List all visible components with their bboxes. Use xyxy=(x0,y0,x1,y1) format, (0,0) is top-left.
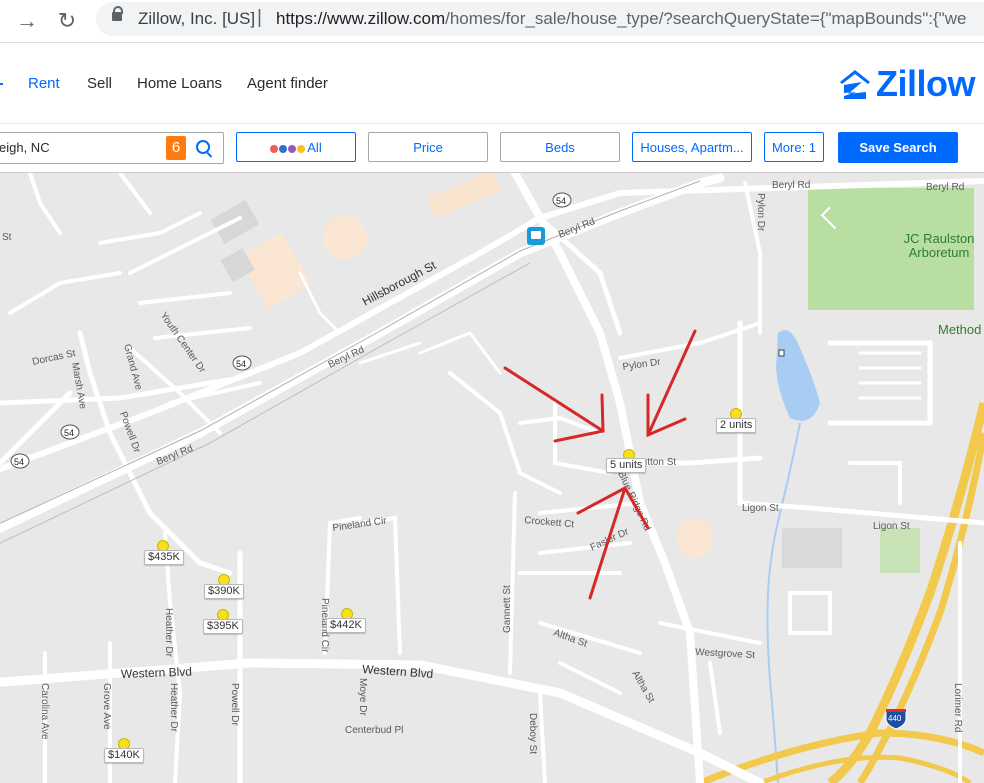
map-view[interactable]: Beryl Rd Beryl Rd Beryl Rd Beryl Rd Bery… xyxy=(0,173,984,783)
street-crockett: Crockett Ct xyxy=(524,515,575,530)
street-pylon-dr-2: Pylon Dr xyxy=(622,357,662,373)
nav-rent[interactable]: Rent xyxy=(28,75,60,92)
street-youth-center: Youth Center Dr xyxy=(158,310,208,375)
street-centerbud: Centerbud Pl xyxy=(345,725,403,736)
dot-purple xyxy=(288,145,297,154)
street-powell-dr-2: Powell Dr xyxy=(229,683,240,726)
reload-icon[interactable]: ↻ xyxy=(52,6,82,36)
svg-text:440: 440 xyxy=(888,714,902,723)
site-identity: Zillow, Inc. [US] xyxy=(138,9,256,28)
listing-type-dots xyxy=(270,134,306,161)
map-canvas[interactable]: Beryl Rd Beryl Rd Beryl Rd Beryl Rd Bery… xyxy=(0,173,984,783)
nav-agent-finder[interactable]: Agent finder xyxy=(247,75,328,92)
home-type-label: Houses, Apartm... xyxy=(640,140,744,155)
nav-home-loans[interactable]: Home Loans xyxy=(137,75,222,92)
url-text[interactable]: https://www.zillow.com/homes/for_sale/ho… xyxy=(276,9,966,29)
forward-icon[interactable]: → xyxy=(12,6,42,36)
listing-label: $140K xyxy=(104,748,144,763)
street-edge-label: St xyxy=(2,232,12,243)
street-beryl-rd-1: Beryl Rd xyxy=(772,180,810,191)
route-54-shield: 54 xyxy=(10,453,30,469)
street-pylon-dr-1: Pylon Dr xyxy=(755,193,766,232)
stream xyxy=(766,422,801,783)
listing-label: $395K xyxy=(203,619,243,634)
poi-method[interactable]: Method xyxy=(938,323,981,337)
site-header: Rent Sell Home Loans Agent finder Zillow xyxy=(0,43,984,124)
svg-text:54: 54 xyxy=(64,428,74,438)
street-ligon-1: Ligon St xyxy=(742,503,779,514)
pond xyxy=(776,330,820,421)
more-filter-label: More: 1 xyxy=(771,140,817,155)
listing-label: $435K xyxy=(144,550,184,565)
building xyxy=(782,528,842,568)
beds-filter[interactable]: Beds xyxy=(500,132,620,162)
save-search-button[interactable]: Save Search xyxy=(838,132,958,163)
address-bar[interactable]: Zillow, Inc. [US] | https://www.zillow.c… xyxy=(96,2,984,36)
street-beryl-rd-2: Beryl Rd xyxy=(926,182,964,193)
listing-label: 5 units xyxy=(606,458,647,473)
transit-station-icon xyxy=(527,227,545,245)
nav-edge-marker xyxy=(0,83,3,85)
price-filter[interactable]: Price xyxy=(368,132,488,162)
poi-marker-icon xyxy=(778,349,785,357)
dot-blue xyxy=(279,145,288,154)
route-54-shield: 54 xyxy=(60,424,80,440)
listing-label: $442K xyxy=(326,618,366,633)
separator: | xyxy=(257,7,262,28)
logo-text: Zillow xyxy=(876,63,976,104)
street-grand: Grand Ave xyxy=(121,343,144,392)
street-western-1: Western Blvd xyxy=(121,665,193,681)
nav-sell[interactable]: Sell xyxy=(87,75,112,92)
building xyxy=(323,216,367,260)
location-search[interactable]: eigh, NC 6 xyxy=(0,132,224,164)
street-westgrove: Westgrove St xyxy=(695,647,756,661)
street-altha-2: Altha St xyxy=(629,669,656,705)
more-filter[interactable]: More: 1 xyxy=(764,132,824,162)
street-beryl-rd-3: Beryl Rd xyxy=(557,216,597,241)
route-54-shield: 54 xyxy=(232,355,252,371)
route-54-shield: 54 xyxy=(552,192,572,208)
street-grove: Grove Ave xyxy=(101,683,112,730)
street-gannett: Gannett St xyxy=(502,585,513,633)
browser-toolbar: → ↻ Zillow, Inc. [US] | https://www.zill… xyxy=(0,0,984,43)
search-input[interactable]: eigh, NC xyxy=(0,140,50,155)
svg-text:54: 54 xyxy=(14,457,24,467)
listing-type-filter[interactable]: All xyxy=(236,132,356,162)
park-area-2 xyxy=(880,528,920,573)
listing-label: 2 units xyxy=(716,418,757,433)
street-heather-2: Heather Dr xyxy=(168,683,179,733)
listing-type-label: All xyxy=(307,140,322,155)
street-lorimer: Lorimer Rd xyxy=(952,683,963,732)
price-filter-label: Price xyxy=(413,140,443,155)
street-pineland-cir-1: Pineland Cir xyxy=(332,515,388,534)
search-icon[interactable] xyxy=(196,140,210,154)
street-carolina: Carolina Ave xyxy=(39,683,50,740)
filter-bar: eigh, NC 6 All Price Beds Houses, Apartm… xyxy=(0,124,984,173)
poi-arboretum[interactable]: JC Raulston Arboretum xyxy=(897,232,981,260)
dot-yellow xyxy=(297,145,306,154)
beds-filter-label: Beds xyxy=(545,140,575,155)
lock-icon xyxy=(112,6,123,21)
listing-label: $390K xyxy=(204,584,244,599)
street-ligon-2: Ligon St xyxy=(873,521,910,532)
home-type-filter[interactable]: Houses, Apartm... xyxy=(632,132,752,162)
street-moye: Moye Dr xyxy=(357,678,368,716)
result-count-badge: 6 xyxy=(166,136,186,160)
dot-red xyxy=(270,145,279,154)
street-marsh: Marsh Ave xyxy=(69,362,88,411)
svg-text:54: 54 xyxy=(556,196,566,206)
svg-text:54: 54 xyxy=(236,359,246,369)
street-deboy: Deboy St xyxy=(527,713,538,754)
building xyxy=(426,173,502,218)
street-heather-1: Heather Dr xyxy=(163,608,174,658)
zillow-logo-icon xyxy=(840,70,870,99)
building xyxy=(677,518,713,558)
